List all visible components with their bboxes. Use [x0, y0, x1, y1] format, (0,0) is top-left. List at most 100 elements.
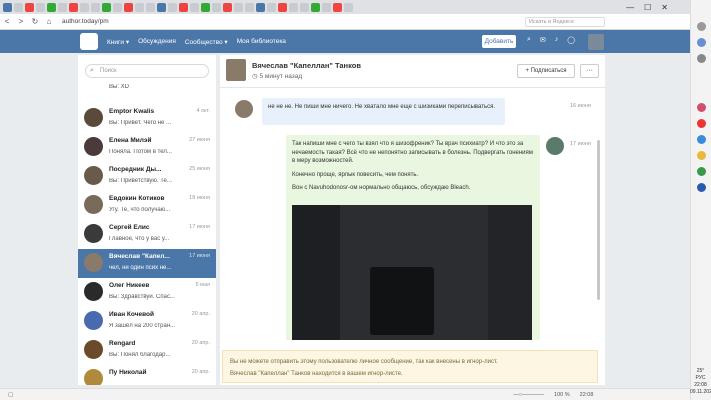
tab-icon[interactable]: [168, 2, 177, 12]
contact-item[interactable]: Rengard 20 апр. Вы: Понял благодар...: [78, 336, 216, 365]
tab-icon[interactable]: [91, 2, 100, 12]
sidebar-app-icon[interactable]: [696, 183, 706, 192]
tab-icon[interactable]: [234, 2, 243, 12]
system-tray: 25° РУС 22:08 09.11.2023: [690, 368, 711, 400]
contact-item[interactable]: Олег Никеев 5 мая Вы: Здравствуй. Спас..…: [78, 278, 216, 307]
tab-icon[interactable]: [344, 2, 353, 12]
language-indicator[interactable]: РУС: [690, 375, 711, 382]
avatar: [84, 311, 103, 330]
avatar[interactable]: [546, 137, 564, 155]
tab-icon[interactable]: [278, 2, 287, 12]
tab-icon[interactable]: [14, 2, 23, 12]
tab-icon[interactable]: [80, 2, 89, 12]
nav-community[interactable]: Сообщество ▾: [185, 38, 228, 46]
sidebar-toggle-icon[interactable]: ▢: [8, 392, 13, 398]
site-logo[interactable]: [80, 33, 98, 50]
contact-item[interactable]: Елена Милэй 27 июня Поняла. Потом в тел.…: [78, 133, 216, 162]
chat-icon[interactable]: ◯: [567, 36, 575, 44]
tab-icon[interactable]: [3, 2, 12, 12]
tab-icon[interactable]: [58, 2, 67, 12]
contact-preview: Я зашёл на 200 стран...: [109, 323, 176, 329]
tab-icon[interactable]: [47, 2, 56, 12]
sidebar-app-icon[interactable]: [696, 135, 706, 144]
screenshot-channel-list: [292, 205, 340, 340]
sidebar-app-icon[interactable]: [696, 119, 706, 128]
tab-icon[interactable]: [69, 2, 78, 12]
tab-icon[interactable]: [300, 2, 309, 12]
tab-icon[interactable]: [190, 2, 199, 12]
tab-icon[interactable]: [201, 2, 210, 12]
sidebar-app-icon[interactable]: [696, 54, 706, 63]
contact-item[interactable]: Иван Кочевой 20 апр. Я зашёл на 200 стра…: [78, 307, 216, 336]
weather-temp: 25°: [696, 368, 705, 374]
tab-icon[interactable]: [113, 2, 122, 12]
sidebar-app-icon[interactable]: [696, 151, 706, 160]
mail-icon[interactable]: ✉: [540, 36, 546, 44]
tab-icon[interactable]: [223, 2, 232, 12]
tab-icon[interactable]: [124, 2, 133, 12]
contact-preview: Угу. Те, что получаю...: [109, 207, 171, 213]
contact-item[interactable]: Сергей Елис 17 июня Главное, что у вас у…: [78, 220, 216, 249]
search-icon[interactable]: ⌕: [527, 36, 531, 44]
tab-icon[interactable]: [135, 2, 144, 12]
tab-icon[interactable]: [179, 2, 188, 12]
tab-icon[interactable]: [102, 2, 111, 12]
nav-discussions[interactable]: Обсуждения: [138, 38, 176, 46]
avatar[interactable]: [235, 100, 253, 118]
home-icon[interactable]: ⌂: [42, 17, 56, 26]
tab-icon[interactable]: [245, 2, 254, 12]
close-icon[interactable]: ✕: [661, 3, 668, 12]
maximize-icon[interactable]: ☐: [644, 3, 651, 12]
attached-screenshot[interactable]: [292, 205, 532, 340]
nav-my-library[interactable]: Моя библиотека: [237, 38, 286, 46]
contact-item[interactable]: Emptor Kwalis 4 окт. Вы: Привет. Чего не…: [78, 104, 216, 133]
nav-books[interactable]: Книги ▾: [107, 38, 129, 46]
contact-preview: чел, ни один псих не...: [109, 265, 172, 271]
message-paragraph: Так напиши мне с чего ты взял что я шизо…: [292, 141, 533, 164]
avatar: [84, 195, 103, 214]
address-bar: < > ↻ ⌂ author.today/pm Искать в Яндексе: [0, 14, 690, 30]
chat-contact-name[interactable]: Вячеслав "Капеллан" Танков: [252, 61, 361, 70]
contact-preview: Вы: XD: [109, 84, 129, 90]
yandex-search-input[interactable]: Искать в Яндексе: [525, 17, 605, 27]
chat-panel: Вячеслав "Капеллан" Танков ◷ 5 минут наз…: [220, 55, 605, 385]
tab-icon[interactable]: [311, 2, 320, 12]
user-avatar[interactable]: [588, 34, 604, 50]
reload-icon[interactable]: ↻: [28, 17, 42, 26]
search-icon[interactable]: [696, 22, 706, 31]
contact-item[interactable]: Пу Николай 20 апр.: [78, 365, 216, 385]
tab-icon[interactable]: [322, 2, 331, 12]
sidebar-app-icon[interactable]: [696, 103, 706, 112]
sidebar-app-icon[interactable]: [696, 38, 706, 47]
tab-icon[interactable]: [36, 2, 45, 12]
chat-header: Вячеслав "Капеллан" Танков ◷ 5 минут наз…: [220, 55, 605, 88]
tab-icon[interactable]: [146, 2, 155, 12]
bell-icon[interactable]: ♪: [555, 36, 559, 44]
contact-date: 20 апр.: [191, 311, 210, 317]
tab-icon[interactable]: [157, 2, 166, 12]
tab-icon[interactable]: [256, 2, 265, 12]
add-button[interactable]: Добавить: [482, 35, 516, 48]
tab-icon[interactable]: [212, 2, 221, 12]
tab-icon[interactable]: [267, 2, 276, 12]
back-icon[interactable]: <: [0, 17, 14, 26]
contact-item-active[interactable]: Вячеслав "Капел... 17 июня чел, ни один …: [78, 249, 216, 278]
contact-item[interactable]: Евдокин Котиков 18 июня Угу. Те, что пол…: [78, 191, 216, 220]
tab-icon[interactable]: [333, 2, 342, 12]
subscribe-button[interactable]: + Подписаться: [517, 64, 575, 78]
avatar[interactable]: [226, 59, 246, 81]
zoom-slider[interactable]: —○————: [513, 392, 544, 398]
tab-icon[interactable]: [289, 2, 298, 12]
forward-icon[interactable]: >: [14, 17, 28, 26]
chat-scrollbar[interactable]: [597, 140, 600, 300]
contact-item[interactable]: Посредник Ды... 25 июня Вы: Приветствую.…: [78, 162, 216, 191]
contact-item[interactable]: Вы: XD: [78, 84, 216, 104]
more-options-button[interactable]: ···: [580, 64, 599, 78]
minimize-icon[interactable]: —: [626, 3, 634, 12]
contacts-search-input[interactable]: ⌕ Поиск: [85, 64, 209, 78]
warning-line: Вы не можете отправить этому пользовател…: [230, 359, 498, 365]
sidebar-app-icon[interactable]: [696, 167, 706, 176]
tab-icon[interactable]: [25, 2, 34, 12]
contact-date: 17 июня: [189, 224, 210, 230]
avatar: [84, 108, 103, 127]
